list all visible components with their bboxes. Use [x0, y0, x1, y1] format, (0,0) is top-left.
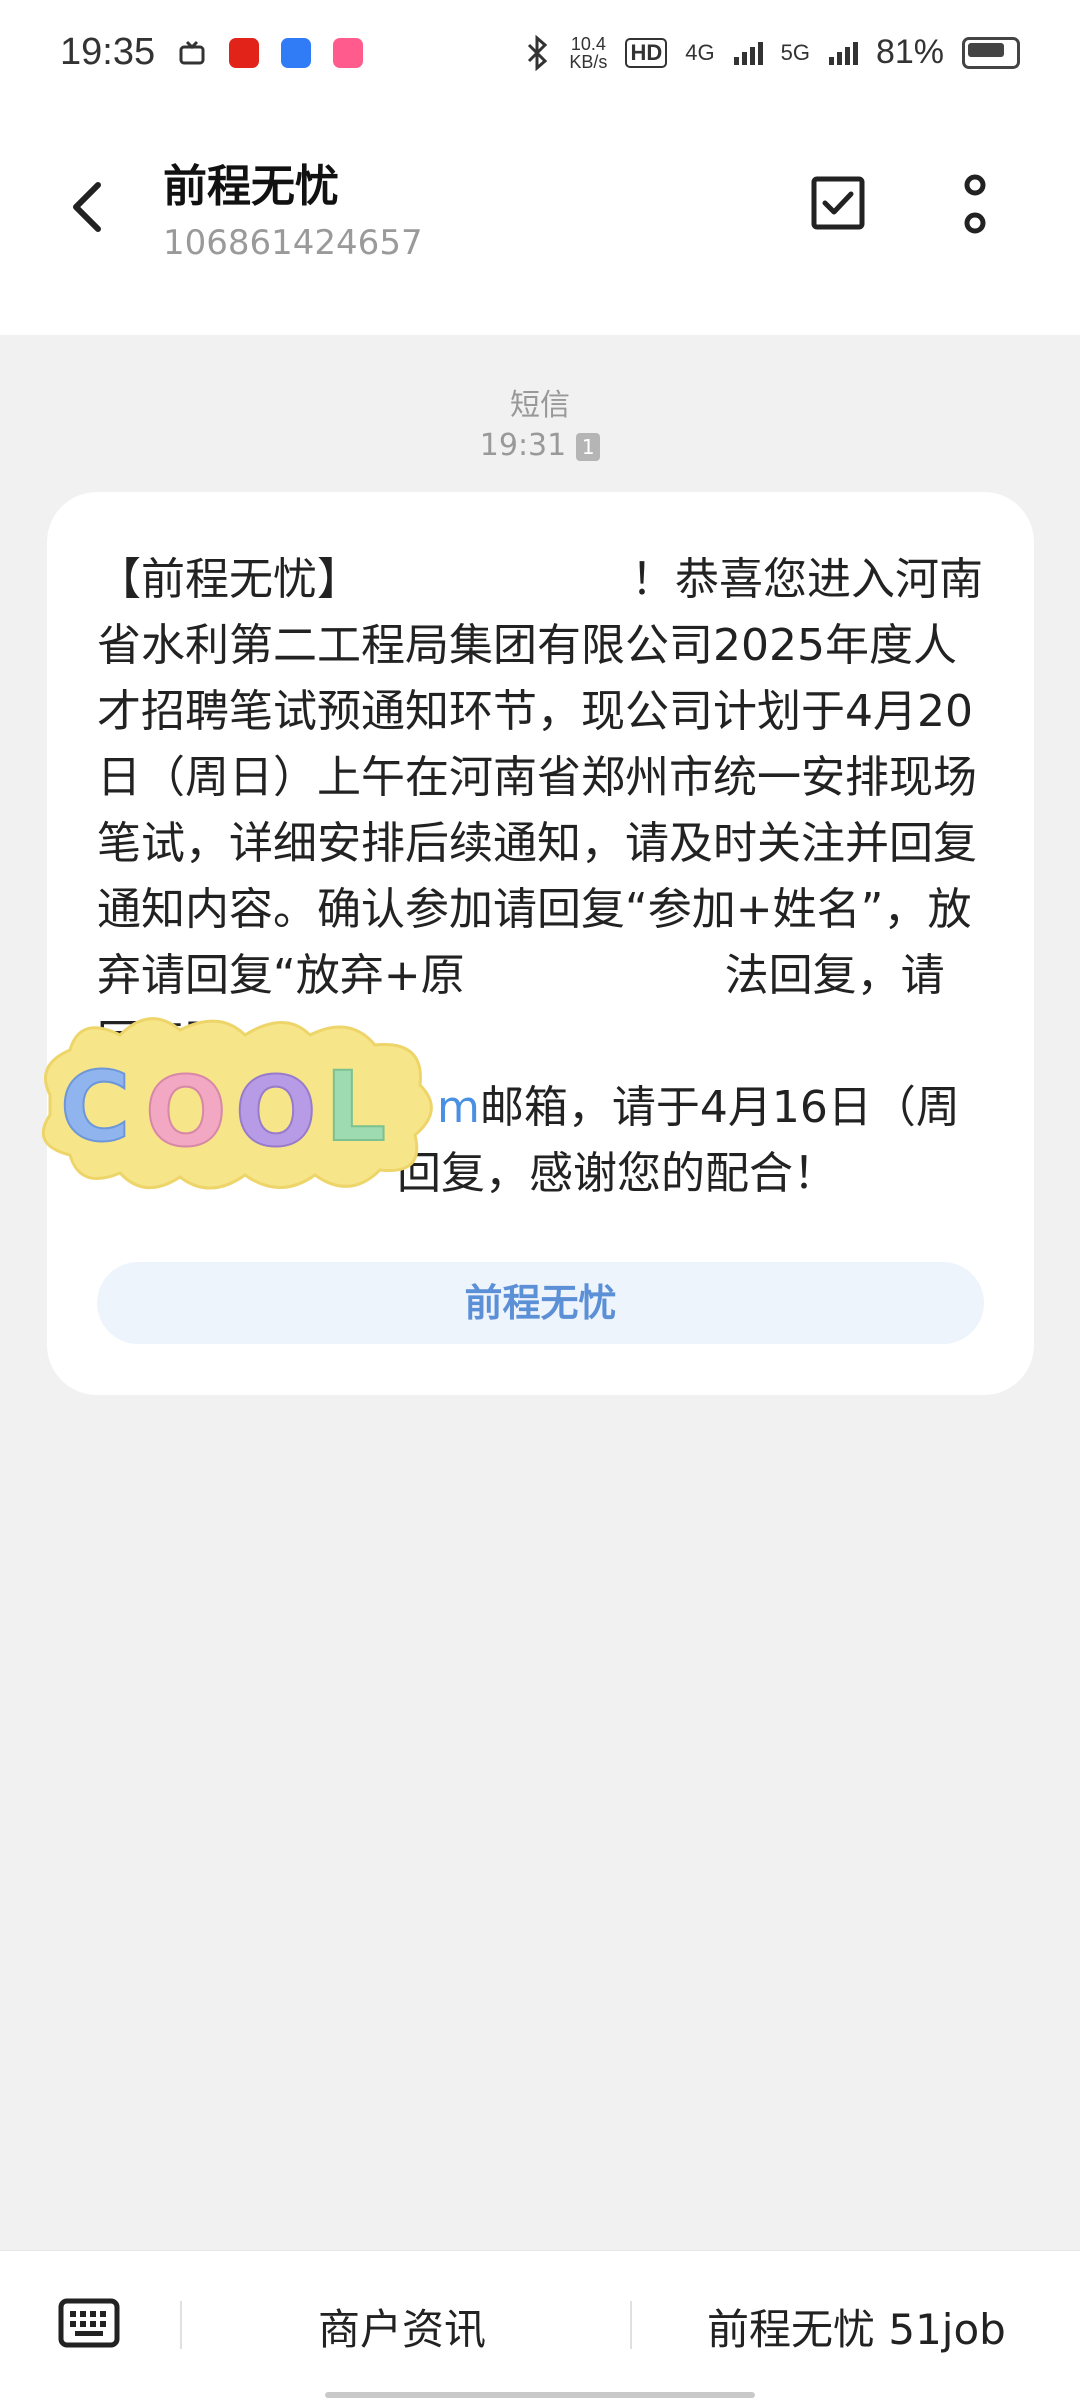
contact-name: 前程无忧	[163, 161, 339, 212]
message-part-5: 回复，感谢您的配合！	[397, 1148, 837, 1199]
video-app-icon	[333, 37, 364, 68]
sticker-letter-l: L	[325, 1051, 386, 1163]
menu-divider	[630, 2301, 632, 2349]
message-part-2: ！恭喜您进入河南省水利第二工程局集团有限公司2025年度人才招聘笔试预通知环节，…	[97, 554, 983, 1001]
tv-icon	[179, 40, 205, 64]
sim-slot-badge: 1	[576, 432, 601, 461]
message-part-4: 邮箱，请于4月16日（周	[479, 1082, 960, 1133]
sticker-letter-c: C	[60, 1051, 130, 1163]
signal-icon-2	[828, 41, 858, 65]
net-speed-value: 10.4	[570, 33, 606, 54]
sticker-letter-o2: O	[235, 1056, 317, 1168]
sms-conversation-screen: 19:35 10.4 KB/s HD 4G 5G 81% 前程无忧 106861…	[0, 0, 1080, 2400]
menu-divider	[180, 2301, 182, 2349]
message-type-label: 短信	[510, 388, 570, 423]
select-checkbox-icon[interactable]	[810, 175, 866, 231]
message-time-row: 19:31 1	[0, 428, 1080, 463]
status-time: 19:35	[60, 31, 156, 73]
sticker-letter-o1: O	[145, 1056, 227, 1168]
home-indicator[interactable]	[325, 2392, 755, 2398]
net-5g-label: 5G	[780, 39, 810, 65]
browser-app-icon	[281, 37, 312, 68]
conversation-header: 前程无忧 106861424657	[0, 105, 1080, 335]
message-time: 19:31	[479, 428, 567, 463]
hd-badge: HD	[625, 37, 668, 68]
cool-sticker: C O O L	[41, 1017, 433, 1190]
keyboard-icon[interactable]	[58, 2298, 120, 2348]
status-bar: 19:35 10.4 KB/s HD 4G 5G 81%	[0, 0, 1080, 105]
message-bubble[interactable]: 【前程无忧】 ！恭喜您进入河南省水利第二工程局集团有限公司2025年度人才招聘笔试…	[47, 492, 1034, 1395]
menu-item-51job[interactable]: 前程无忧 51job	[707, 2296, 1006, 2357]
message-part-1: 【前程无忧】	[97, 554, 361, 605]
contact-number: 106861424657	[163, 223, 423, 263]
net-speed: 10.4 KB/s	[569, 35, 607, 71]
redacted-text-1	[464, 956, 725, 1000]
shopping-app-icon	[229, 37, 260, 68]
sender-action-button[interactable]: 前程无忧	[97, 1262, 984, 1344]
net-4g-label: 4G	[685, 39, 715, 65]
menu-item-merchant-info[interactable]: 商户资讯	[318, 2296, 486, 2357]
status-right: 10.4 KB/s HD 4G 5G 81%	[525, 33, 1020, 72]
bluetooth-icon	[528, 34, 548, 71]
redacted-name	[361, 560, 631, 604]
signal-icon	[733, 41, 763, 65]
bottom-menu-bar: 商户资讯 前程无忧 51job	[0, 2250, 1080, 2400]
more-options-icon[interactable]	[960, 173, 990, 243]
net-speed-unit: KB/s	[569, 51, 608, 72]
status-left: 19:35	[60, 31, 364, 74]
battery-percent: 81%	[875, 33, 944, 71]
battery-icon	[962, 36, 1020, 69]
back-arrow-icon[interactable]	[62, 177, 112, 237]
